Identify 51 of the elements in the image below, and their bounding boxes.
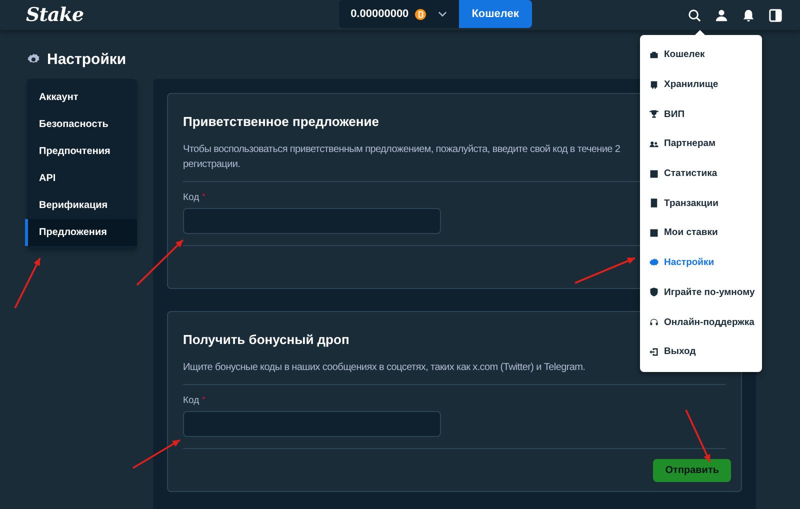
code-input-field[interactable] [183, 411, 441, 437]
card-description: Чтобы воспользоваться приветственным предложением, пожалуйста, введите свой код в течение 2 регистрации. [183, 143, 620, 172]
field-label: Код [183, 192, 200, 203]
page-title: Настройки [47, 51, 126, 68]
bell-icon[interactable] [742, 8, 755, 22]
sidebar-item[interactable]: Верификация [25, 192, 137, 219]
logout-icon [649, 346, 659, 357]
settings-icon [649, 258, 659, 268]
shield-icon [649, 287, 659, 298]
sidebar-item[interactable]: Безопасность [25, 111, 137, 138]
sidebar-item[interactable]: API [25, 165, 137, 192]
sidebar-item[interactable]: Предложения [25, 219, 137, 246]
required-mark: * [202, 192, 206, 203]
wallet-icon [649, 50, 659, 60]
menu-item[interactable]: Выход [640, 336, 762, 367]
menu-item[interactable]: Транзакции [640, 188, 762, 218]
annotation-arrow [685, 410, 711, 462]
code-input-field[interactable] [183, 208, 441, 234]
menu-item[interactable]: Настройки [640, 248, 762, 278]
chevron-icon [438, 11, 447, 17]
sidebar-item[interactable]: Аккаунт [25, 84, 137, 111]
balance-selector[interactable]: 0.00000000 [338, 0, 459, 28]
menu-item[interactable]: Играйте по-умному [640, 278, 762, 308]
card-title: Получить бонусный дроп [183, 332, 350, 347]
annotation-arrow [574, 257, 636, 284]
annotation-arrow [132, 439, 180, 469]
wallet-button[interactable]: Кошелек [458, 0, 532, 28]
headset-icon [649, 317, 659, 328]
card-title: Приветственное предложение [183, 114, 379, 129]
menu-item[interactable]: Онлайн-поддержка [640, 307, 762, 337]
card-description: Ищите бонусные коды в наших сообщениях в соцсетях, таких как x.com (Twitter) и Telegram. [183, 361, 586, 375]
field-label: Код [183, 395, 200, 406]
search-icon[interactable] [688, 8, 701, 22]
menu-item[interactable]: Статистика [640, 158, 762, 188]
vault-icon [649, 80, 659, 90]
coin-icon [414, 8, 426, 20]
people-icon [649, 138, 659, 149]
sidebar-item[interactable]: Предпочтения [25, 138, 137, 165]
annotation-arrow [14, 258, 41, 308]
menu-item[interactable]: Мои ставки [640, 218, 762, 248]
trophy-icon [649, 109, 659, 120]
user-icon[interactable] [715, 8, 728, 22]
menu-item[interactable]: Кошелек [640, 40, 762, 70]
menu-item[interactable]: Партнерам [640, 129, 762, 159]
logo[interactable]: Stake [26, 4, 84, 26]
required-mark: * [202, 395, 206, 406]
menu-item[interactable]: ВИП [640, 99, 762, 130]
menu-item[interactable]: Хранилище [640, 70, 762, 100]
annotation-arrow [136, 239, 184, 286]
sidebar-toggle-icon[interactable] [769, 8, 782, 22]
submit-button[interactable]: Отправить [653, 458, 731, 482]
